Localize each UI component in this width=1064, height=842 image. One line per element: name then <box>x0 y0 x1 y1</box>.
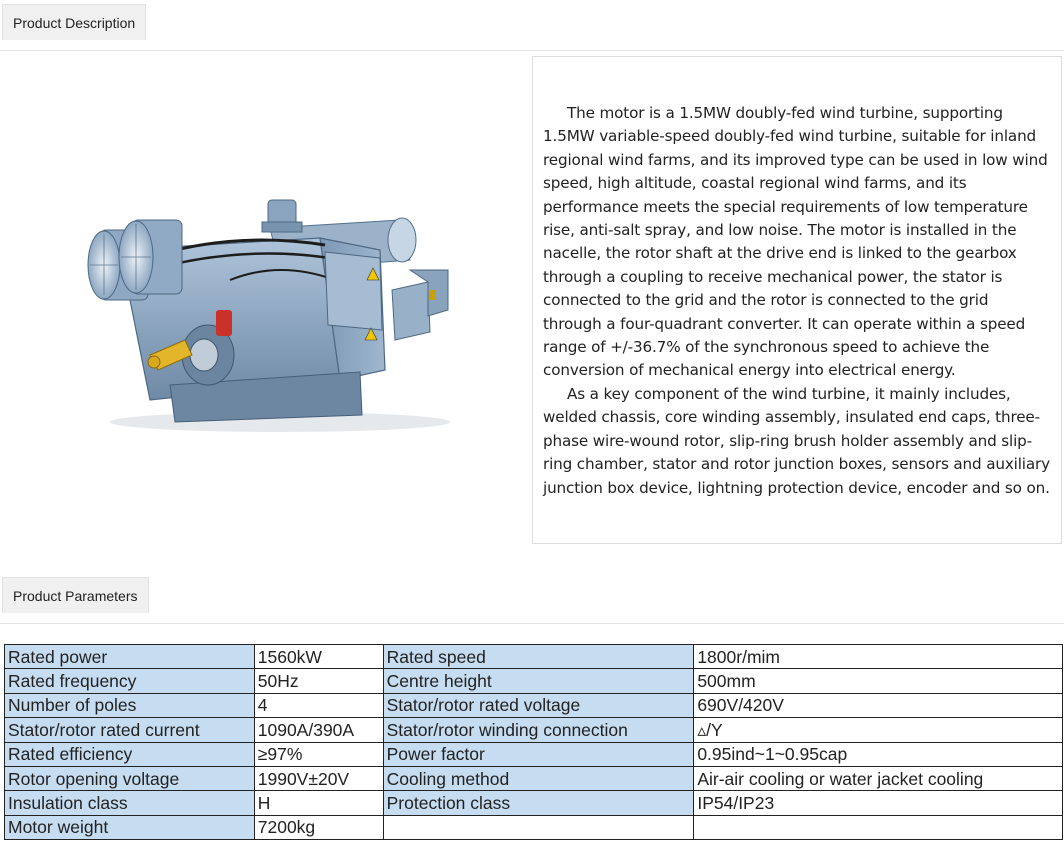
table-row: Stator/rotor rated current 1090A/390A St… <box>4 717 1063 743</box>
param-value: ▵/Y <box>693 717 1063 743</box>
param-value: 1560kW <box>253 643 384 670</box>
table-row: Rated efficiency ≥97% Power factor 0.95i… <box>4 741 1063 767</box>
section-divider <box>0 623 1064 624</box>
tab-product-description[interactable]: Product Description <box>2 4 147 40</box>
table-row: Rated power 1560kW Rated speed 1800r/mim <box>4 643 1063 670</box>
param-value: Air-air cooling or water jacket cooling <box>693 765 1063 792</box>
table-row: Insulation class H Protection class IP54… <box>4 790 1063 816</box>
description-paragraph-2: As a key component of the wind turbine, … <box>543 384 1050 497</box>
table-row: Rated frequency 50Hz Centre height 500mm <box>4 668 1063 694</box>
param-name-empty <box>382 814 695 841</box>
param-name: Stator/rotor winding connection <box>382 717 695 743</box>
param-value: 1090A/390A <box>253 717 384 743</box>
param-name: Rated efficiency <box>4 741 255 767</box>
param-name: Rated frequency <box>4 668 255 694</box>
param-name: Stator/rotor rated current <box>4 717 255 743</box>
param-name: Rotor opening voltage <box>4 765 255 792</box>
param-name: Rated power <box>4 643 255 670</box>
table-row: Number of poles 4 Stator/rotor rated vol… <box>4 692 1063 719</box>
param-value: 4 <box>253 692 384 719</box>
param-value: 690V/420V <box>693 692 1063 719</box>
table-row: Motor weight 7200kg <box>4 814 1063 841</box>
param-name: Centre height <box>382 668 695 694</box>
tab-product-parameters[interactable]: Product Parameters <box>2 577 149 613</box>
param-name: Motor weight <box>4 814 255 841</box>
param-name: Insulation class <box>4 790 255 816</box>
param-name: Number of poles <box>4 692 255 719</box>
param-name: Rated speed <box>382 643 695 670</box>
section-divider <box>0 50 1064 51</box>
param-value: 7200kg <box>253 814 384 841</box>
param-name: Protection class <box>382 790 695 816</box>
param-name: Stator/rotor rated voltage <box>382 692 695 719</box>
description-paragraph-1: The motor is a 1.5MW doubly-fed wind tur… <box>543 104 1048 380</box>
param-name: Cooling method <box>382 765 695 792</box>
product-description-box: The motor is a 1.5MW doubly-fed wind tur… <box>532 56 1062 544</box>
param-value: H <box>253 790 384 816</box>
product-parameters-table: Rated power 1560kW Rated speed 1800r/mim… <box>4 643 1063 841</box>
table-row: Rotor opening voltage 1990V±20V Cooling … <box>4 765 1063 792</box>
param-value: ≥97% <box>253 741 384 767</box>
param-value: IP54/IP23 <box>693 790 1063 816</box>
param-value: 1800r/mim <box>693 643 1063 670</box>
param-value-empty <box>693 814 1063 841</box>
param-value: 500mm <box>693 668 1063 694</box>
param-value: 50Hz <box>253 668 384 694</box>
param-value: 1990V±20V <box>253 765 384 792</box>
param-name: Power factor <box>382 741 695 767</box>
param-value: 0.95ind~1~0.95cap <box>693 741 1063 767</box>
motor-product-image <box>80 190 460 435</box>
